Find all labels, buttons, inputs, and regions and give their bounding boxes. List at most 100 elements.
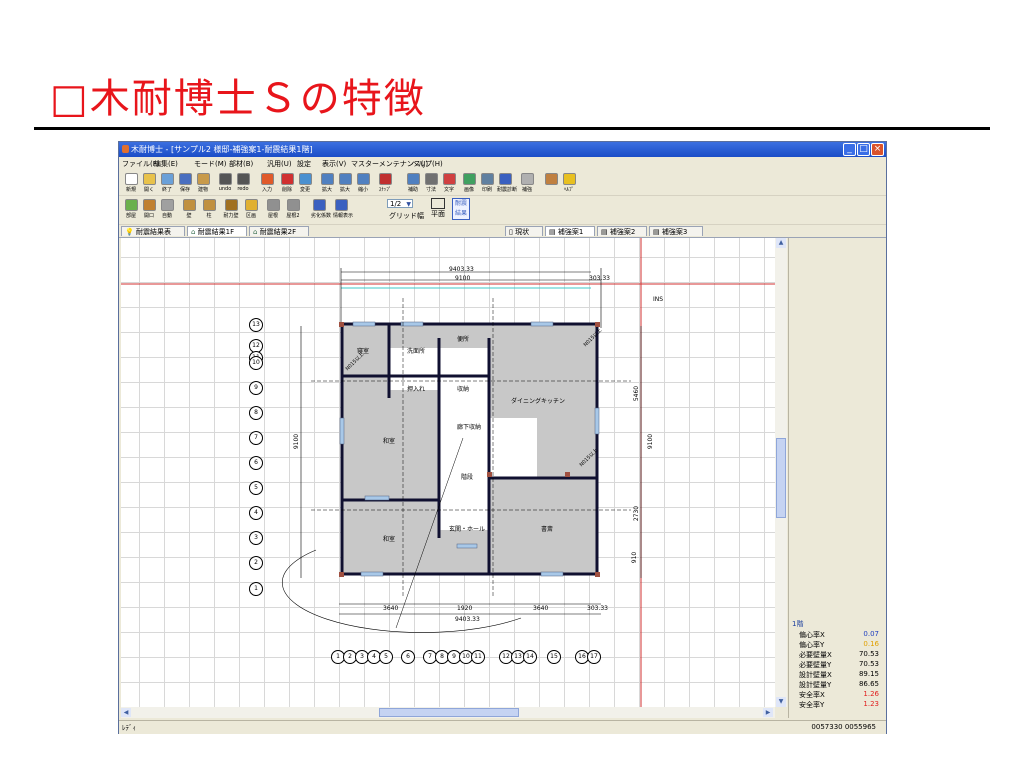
grid-row-marker: 10 <box>249 356 263 370</box>
document-icon: ▤ <box>601 228 608 236</box>
dim-bottom-3: 3640 <box>533 605 549 612</box>
dimension-button[interactable]: 寸法 <box>423 173 439 193</box>
opening-button[interactable]: 開口 <box>141 199 157 219</box>
menu-item[interactable]: 編集(E) <box>154 159 178 169</box>
floor-plan-canvas[interactable]: 13121110987654321 1234567891011121314151… <box>121 238 775 707</box>
grid-row-marker: 7 <box>249 431 263 445</box>
vertical-scrollbar[interactable]: ▲ ▼ <box>775 238 787 707</box>
result-key: 必要壁量X <box>799 651 832 659</box>
dimension-icon <box>424 173 438 185</box>
tab-result-1f[interactable]: ⌂ 耐震結果1F <box>187 226 247 236</box>
delete-button[interactable]: 削除 <box>279 173 295 193</box>
reinforce-icon <box>520 173 534 185</box>
redo-button[interactable]: redo <box>235 173 251 192</box>
input-icon <box>260 173 274 185</box>
auto-icon <box>160 199 174 211</box>
deterioration-button[interactable]: 劣化係数 <box>311 199 331 219</box>
snap-button[interactable]: ｽﾅｯﾌﾟ <box>377 173 393 193</box>
scroll-up-arrow-icon[interactable]: ▲ <box>776 238 786 248</box>
building-button[interactable]: 建物 <box>195 173 211 193</box>
open-button[interactable]: 開く <box>141 173 157 193</box>
tab-current[interactable]: ▯ 現状 <box>505 226 543 236</box>
menu-item[interactable]: 表示(V) <box>322 159 346 169</box>
scroll-right-arrow-icon[interactable]: ▶ <box>763 708 773 717</box>
column-button[interactable]: 柱 <box>201 199 217 219</box>
house-icon: ⌂ <box>191 228 196 236</box>
horizontal-scrollbar[interactable]: ◀ ▶ <box>121 707 775 718</box>
exit-button[interactable]: 終了 <box>159 173 175 193</box>
tab-plan-2[interactable]: ▤ 補強案2 <box>597 226 647 236</box>
section-button[interactable]: 区画 <box>243 199 259 219</box>
exit-icon <box>160 173 174 185</box>
dim-right-2: 9100 <box>647 433 655 450</box>
horizontal-scroll-thumb[interactable] <box>379 708 519 717</box>
wall-button[interactable]: 壁 <box>181 199 197 219</box>
dim-inner-top: 9100 <box>455 275 471 282</box>
zoom-in-button[interactable]: 拡大 <box>319 173 335 193</box>
chevron-down-icon: ▼ <box>406 201 411 208</box>
image-button[interactable]: 画像 <box>461 173 477 193</box>
undo-button[interactable]: undo <box>217 173 233 192</box>
info-button[interactable]: 情報表示 <box>333 199 353 219</box>
plane-label: 平面 <box>431 210 445 218</box>
text-button[interactable]: 文字 <box>441 173 457 193</box>
toolbar-label: 壁 <box>186 213 192 219</box>
result-button[interactable]: 耐震結果 <box>452 198 470 220</box>
new-button[interactable]: 新規 <box>123 173 139 193</box>
menu-item[interactable]: 汎用(U) <box>267 159 292 169</box>
tab-result-2f[interactable]: ⌂ 耐震結果2F <box>249 226 309 236</box>
room-button[interactable]: 部屋 <box>123 199 139 219</box>
auto-button[interactable]: 自動 <box>159 199 175 219</box>
print-button[interactable]: 印刷 <box>479 173 495 193</box>
result-row: 偏心率Y 0.16 <box>799 640 883 650</box>
close-button[interactable]: × <box>871 143 884 156</box>
tab-plan-1-label: 補強案1 <box>557 228 584 236</box>
redo-icon <box>236 173 250 185</box>
status-ready: ﾚﾃﾞｨ <box>122 724 136 732</box>
roof-button[interactable]: 屋根 <box>265 199 281 219</box>
room-label: 和室 <box>383 438 396 445</box>
reinforce-button[interactable]: 補強 <box>519 173 535 193</box>
zoom-out-button[interactable]: 縮小 <box>355 173 371 193</box>
minimize-button[interactable]: _ <box>843 143 856 156</box>
section-icon <box>244 199 258 211</box>
window-title: 木耐博士 - [サンプル2 様邸-補強案1-耐震結果1階] <box>131 145 313 154</box>
result-row: 設計壁量X 89.15 <box>799 670 883 680</box>
person-button[interactable] <box>543 173 559 186</box>
help-button[interactable]: ﾍﾙﾌﾟ <box>561 173 577 193</box>
grid-col-marker: 14 <box>523 650 537 664</box>
bearing-wall-button[interactable]: 耐力壁 <box>223 199 239 219</box>
zoom-area-button[interactable]: 拡大 <box>337 173 353 193</box>
status-bar: ﾚﾃﾞｨ 0057330 0055965 <box>119 720 886 734</box>
save-button[interactable]: 保存 <box>177 173 193 193</box>
scroll-down-arrow-icon[interactable]: ▼ <box>776 697 786 707</box>
dim-bottom-4: 303.33 <box>587 605 608 612</box>
grid-row-marker: 6 <box>249 456 263 470</box>
menu-item[interactable]: 部材(B) <box>229 159 253 169</box>
app-icon <box>122 145 129 153</box>
diagnosis-button[interactable]: 耐震診断 <box>497 173 517 193</box>
scroll-left-arrow-icon[interactable]: ◀ <box>121 708 131 717</box>
menu-item[interactable]: 設定 <box>297 159 311 169</box>
tab-result-table[interactable]: 💡 耐震結果表 <box>121 226 185 236</box>
tab-current-label: 現状 <box>515 228 530 236</box>
tab-plan-3[interactable]: ▤ 補強案3 <box>649 226 703 236</box>
vertical-scroll-thumb[interactable] <box>776 438 786 518</box>
grid-row-marker: 9 <box>249 381 263 395</box>
roof2-button[interactable]: 屋根2 <box>285 199 301 219</box>
tab-result-table-label: 耐震結果表 <box>135 228 171 236</box>
menu-item[interactable]: ヘルプ(H) <box>411 159 443 169</box>
aux-button[interactable]: 補助 <box>405 173 421 193</box>
menu-item[interactable]: モード(M) <box>194 159 227 169</box>
slide-title: □木耐博士Ｓの特徴 <box>50 76 426 122</box>
plane-button[interactable]: 平面 <box>429 198 447 219</box>
input-button[interactable]: 入力 <box>259 173 275 193</box>
tab-result-2f-label: 耐震結果2F <box>259 228 297 236</box>
result-key: 設計壁量X <box>799 671 832 679</box>
change-button[interactable]: 変更 <box>297 173 313 193</box>
grid-row-marker: 2 <box>249 556 263 570</box>
grid-width-select[interactable]: 1/2 ▼ <box>387 199 413 208</box>
main-toolbar: 新規 開く 終了 保存 建物 undo redo 入力 削除 変更 拡大 拡大 縮小 ｽﾅｯﾌﾟ 補助 寸法 文… <box>119 170 886 196</box>
tab-plan-1[interactable]: ▤ 補強案1 <box>545 226 595 236</box>
maximize-button[interactable]: □ <box>857 143 870 156</box>
